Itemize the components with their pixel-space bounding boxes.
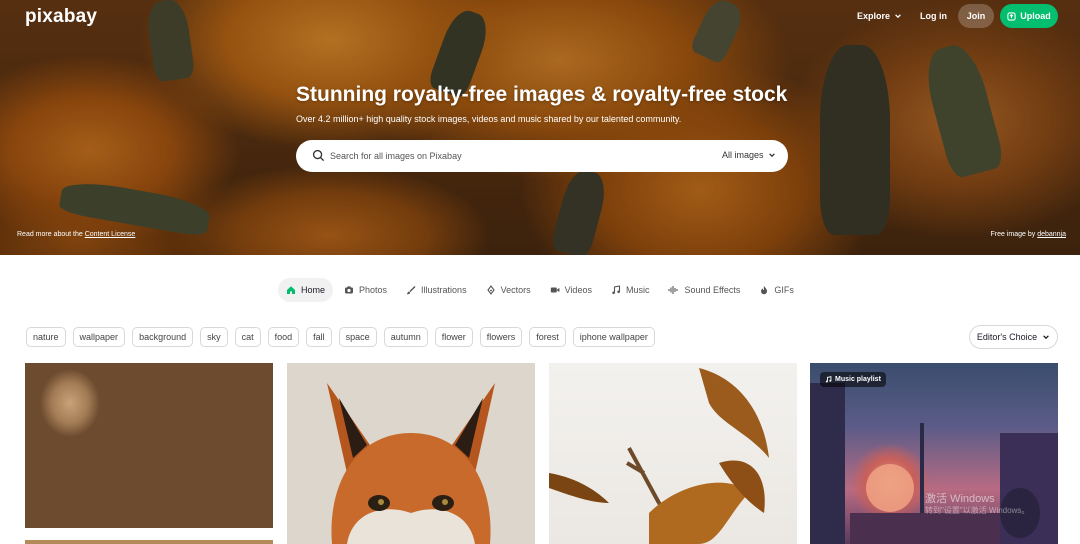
hero-banner bbox=[0, 0, 1080, 255]
tag-chip[interactable]: flower bbox=[434, 327, 473, 347]
tab-music[interactable]: Music bbox=[603, 278, 658, 302]
hero-title: Stunning royalty-free images & royalty-f… bbox=[296, 83, 788, 106]
image-card-autumn-leaf[interactable] bbox=[549, 363, 797, 544]
pen-icon bbox=[486, 285, 495, 295]
upload-icon bbox=[1007, 11, 1016, 21]
tab-videos[interactable]: Videos bbox=[542, 278, 600, 302]
tab-vectors[interactable]: Vectors bbox=[478, 278, 539, 302]
tag-chip[interactable]: cat bbox=[234, 327, 261, 347]
hero-overlay bbox=[0, 0, 1080, 255]
tab-photos[interactable]: Photos bbox=[336, 278, 395, 302]
search-input[interactable] bbox=[330, 140, 690, 172]
tag-chip[interactable]: food bbox=[267, 327, 300, 347]
upload-label: Upload bbox=[1020, 11, 1051, 21]
chevron-down-icon bbox=[768, 153, 775, 158]
tab-home[interactable]: Home bbox=[278, 278, 334, 302]
tab-gifs[interactable]: GIFs bbox=[751, 278, 802, 302]
search-bar: All images bbox=[296, 140, 788, 172]
pixabay-logo[interactable]: pixabay bbox=[25, 6, 97, 28]
tag-chip[interactable]: wallpaper bbox=[72, 327, 126, 347]
tag-chip[interactable]: fall bbox=[306, 327, 332, 347]
tag-chip[interactable]: autumn bbox=[383, 327, 428, 347]
hero-subtitle: Over 4.2 million+ high quality stock ima… bbox=[296, 114, 682, 124]
content-license-link[interactable]: Content License bbox=[85, 231, 136, 238]
login-link[interactable]: Log in bbox=[920, 11, 947, 21]
sort-label: Editor's Choice bbox=[976, 332, 1038, 342]
media-type-tabs: Home Photos Illustrations Vectors Videos… bbox=[278, 278, 805, 302]
music-icon bbox=[825, 376, 832, 383]
tag-chip[interactable]: background bbox=[132, 327, 194, 347]
tag-chip[interactable]: flowers bbox=[479, 327, 523, 347]
tag-chip[interactable]: iphone wallpaper bbox=[572, 327, 655, 347]
lofi-room-illustration bbox=[810, 383, 1058, 544]
waveform-icon bbox=[668, 286, 679, 294]
explore-menu-button[interactable]: Explore bbox=[857, 11, 902, 21]
upload-button[interactable]: Upload bbox=[1000, 4, 1058, 28]
tab-label: Sound Effects bbox=[684, 285, 741, 295]
tag-chip[interactable]: space bbox=[338, 327, 377, 347]
gif-icon bbox=[761, 286, 768, 295]
badge-label: Music playlist bbox=[835, 376, 881, 383]
image-card-music-playlist[interactable]: Music playlist bbox=[810, 363, 1058, 544]
chevron-down-icon bbox=[895, 14, 901, 19]
music-playlist-badge: Music playlist bbox=[820, 372, 886, 387]
leaf-illustration bbox=[549, 368, 769, 544]
tag-chip[interactable]: sky bbox=[200, 327, 228, 347]
home-icon bbox=[287, 286, 295, 294]
tab-label: GIFs bbox=[774, 285, 794, 295]
image-credit: Free image by debannja bbox=[990, 231, 1066, 238]
image-card-fox[interactable] bbox=[287, 363, 535, 544]
tab-label: Photos bbox=[359, 285, 388, 295]
tab-label: Home bbox=[301, 285, 326, 295]
top-navbar: pixabay Explore Log in Join Upload bbox=[0, 0, 1080, 34]
trending-tags: nature wallpaper background sky cat food… bbox=[26, 327, 655, 347]
tab-label: Videos bbox=[564, 285, 592, 295]
video-icon bbox=[550, 287, 559, 293]
join-button[interactable]: Join bbox=[958, 4, 994, 28]
music-icon bbox=[612, 285, 621, 295]
explore-label: Explore bbox=[857, 11, 891, 21]
windows-activation-watermark: 激活 Windows bbox=[925, 493, 995, 505]
tab-illustrations[interactable]: Illustrations bbox=[398, 278, 475, 302]
windows-activation-subtext: 转到"设置"以激活 Windows。 bbox=[925, 506, 1030, 515]
search-type-dropdown[interactable]: All images bbox=[722, 150, 776, 160]
tab-label: Illustrations bbox=[421, 285, 467, 295]
chevron-down-icon bbox=[1043, 335, 1049, 340]
camera-icon bbox=[345, 286, 354, 294]
search-type-label: All images bbox=[722, 150, 764, 160]
sort-dropdown[interactable]: Editor's Choice bbox=[969, 325, 1058, 349]
image-card-next[interactable] bbox=[25, 540, 273, 544]
fox-illustration bbox=[327, 383, 495, 544]
tab-sound-effects[interactable]: Sound Effects bbox=[660, 278, 748, 302]
brush-icon bbox=[406, 286, 416, 295]
license-note: Read more about the Content License bbox=[17, 231, 135, 238]
search-icon[interactable] bbox=[312, 149, 325, 162]
tag-chip[interactable]: nature bbox=[26, 327, 66, 347]
image-card-walnuts[interactable] bbox=[25, 363, 273, 528]
tab-label: Vectors bbox=[500, 285, 531, 295]
license-prefix: Read more about the bbox=[17, 231, 83, 238]
credit-prefix: Free image by bbox=[990, 231, 1036, 238]
credit-user-link[interactable]: debannja bbox=[1037, 231, 1066, 238]
tab-label: Music bbox=[625, 285, 650, 295]
tag-chip[interactable]: forest bbox=[529, 327, 566, 347]
